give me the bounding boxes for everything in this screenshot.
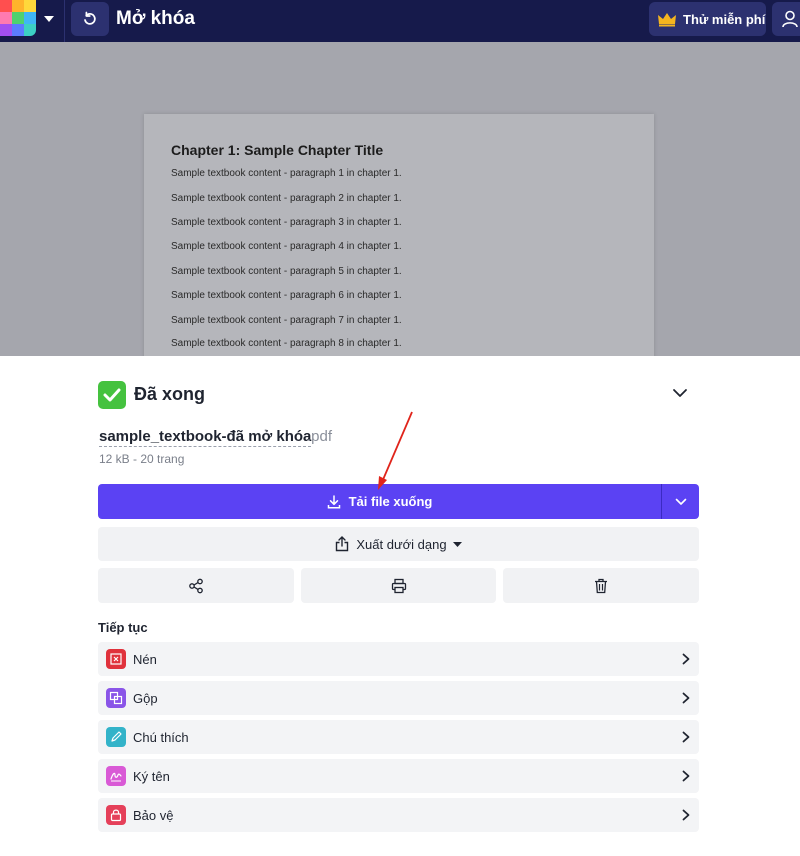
- print-button[interactable]: [301, 568, 496, 603]
- delete-button[interactable]: [503, 568, 699, 603]
- output-file-meta: 12 kB - 20 trang: [99, 452, 185, 466]
- continue-section-title: Tiếp tục: [98, 620, 148, 635]
- user-icon: [782, 10, 798, 28]
- document-paragraph: Sample textbook content - paragraph 6 in…: [171, 290, 402, 301]
- chevron-right-icon: [682, 731, 690, 743]
- tool-row-sign[interactable]: Ký tên: [98, 759, 699, 793]
- free-trial-label: Thử miễn phí: [683, 11, 766, 27]
- menu-caret-icon[interactable]: [44, 16, 54, 22]
- download-options-button[interactable]: [662, 484, 699, 519]
- document-paragraph: Sample textbook content - paragraph 7 in…: [171, 315, 402, 326]
- undo-button[interactable]: [71, 2, 109, 36]
- chevron-right-icon: [682, 692, 690, 704]
- page-title: Mở khóa: [116, 8, 195, 29]
- print-icon: [391, 578, 406, 593]
- document-paragraph: Sample textbook content - paragraph 5 in…: [171, 266, 402, 277]
- export-as-label: Xuất dưới dạng: [356, 536, 447, 552]
- signature-icon: [106, 766, 126, 786]
- export-as-button[interactable]: Xuất dưới dạng: [98, 527, 699, 561]
- document-page: Chapter 1: Sample Chapter Title Sample t…: [144, 114, 654, 374]
- document-paragraph: Sample textbook content - paragraph 1 in…: [171, 168, 402, 179]
- output-file-extension: .pdf: [307, 428, 333, 445]
- annotate-pen-icon: [106, 727, 126, 747]
- tool-row-merge[interactable]: Gộp: [98, 681, 699, 715]
- download-label: Tải file xuống: [348, 494, 433, 509]
- app-logo-icon[interactable]: [0, 0, 36, 36]
- merge-icon: [106, 688, 126, 708]
- undo-icon: [84, 11, 96, 25]
- tool-row-protect[interactable]: Bảo vệ: [98, 798, 699, 832]
- tool-label: Chú thích: [133, 730, 189, 745]
- tool-row-compress[interactable]: Nén: [98, 642, 699, 676]
- free-trial-button[interactable]: Thử miễn phí: [649, 2, 766, 36]
- document-paragraph: Sample textbook content - paragraph 4 in…: [171, 241, 402, 252]
- chevron-right-icon: [682, 770, 690, 782]
- top-bar: Mở khóa Thử miễn phí: [0, 0, 800, 42]
- status-title: Đã xong: [134, 384, 206, 404]
- tool-label: Ký tên: [133, 769, 170, 784]
- download-icon: [327, 494, 340, 509]
- share-button[interactable]: [98, 568, 294, 603]
- account-button[interactable]: [772, 2, 800, 36]
- compress-icon: [106, 649, 126, 669]
- output-file-name[interactable]: sample_textbook-đã mở khóa: [99, 428, 312, 447]
- caret-down-icon: [452, 541, 462, 547]
- chevron-right-icon: [682, 809, 690, 821]
- collapse-chevron-icon[interactable]: [672, 388, 688, 398]
- document-paragraph: Sample textbook content - paragraph 8 in…: [171, 338, 402, 349]
- document-preview-area: Chapter 1: Sample Chapter Title Sample t…: [0, 42, 800, 374]
- chevron-right-icon: [682, 653, 690, 665]
- tool-label: Bảo vệ: [133, 808, 174, 823]
- crown-icon: [658, 13, 676, 27]
- share-icon: [189, 578, 203, 593]
- export-share-icon: [336, 536, 349, 552]
- lock-icon: [106, 805, 126, 825]
- tool-label: Gộp: [133, 691, 158, 706]
- trash-icon: [595, 578, 607, 593]
- document-paragraph: Sample textbook content - paragraph 3 in…: [171, 217, 402, 228]
- success-check-icon: [98, 381, 126, 409]
- tool-label: Nén: [133, 652, 157, 667]
- chevron-down-icon: [675, 498, 686, 505]
- tool-row-annotate[interactable]: Chú thích: [98, 720, 699, 754]
- topbar-divider: [64, 0, 65, 42]
- document-heading: Chapter 1: Sample Chapter Title: [171, 142, 384, 158]
- document-paragraph: Sample textbook content - paragraph 2 in…: [171, 193, 402, 204]
- download-button[interactable]: Tải file xuống: [98, 484, 661, 519]
